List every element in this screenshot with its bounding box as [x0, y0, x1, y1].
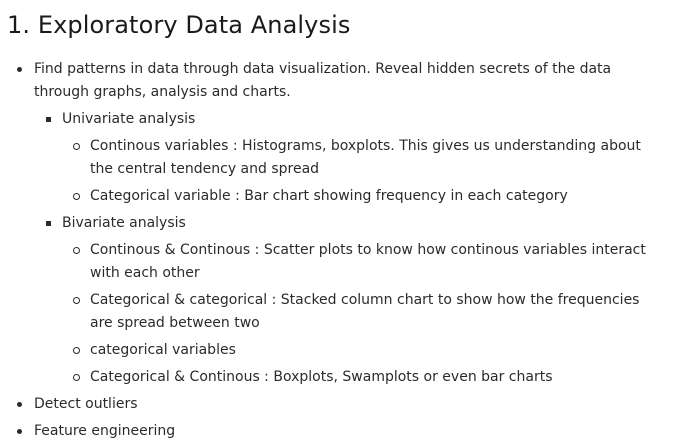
circle-bullet-icon [73, 297, 80, 304]
list-item-cat-cont: Categorical & Continous : Boxplots, Swam… [73, 366, 695, 389]
list-item-text: Categorical & categorical : Stacked colu… [90, 292, 640, 331]
circle-bullet-icon [73, 143, 80, 150]
list-item-cat-cat: Categorical & categorical : Stacked colu… [73, 289, 695, 335]
circle-bullet-icon [73, 247, 80, 254]
disc-bullet-icon [17, 402, 22, 407]
sub-sub-list: Continous variables : Histograms, boxplo… [62, 135, 695, 208]
list-item-text: Detect outliers [34, 396, 138, 412]
list-item-text: Categorical variable : Bar chart showing… [90, 188, 568, 204]
list-item-feature: Feature engineering [17, 420, 695, 443]
list-item-cont-cont: Continous & Continous : Scatter plots to… [73, 239, 695, 285]
list-item-cat-vars: categorical variables [73, 339, 695, 362]
list-item-text: Feature engineering [34, 423, 176, 439]
disc-bullet-icon [17, 429, 22, 434]
circle-bullet-icon [73, 347, 80, 354]
disc-bullet-icon [17, 67, 22, 72]
list-item-categorical: Categorical variable : Bar chart showing… [73, 185, 695, 208]
square-bullet-icon [46, 221, 51, 226]
list-item-text: categorical variables [90, 342, 236, 358]
section-heading: 1. Exploratory Data Analysis [7, 11, 351, 39]
list-item-text: Continous & Continous : Scatter plots to… [90, 242, 646, 281]
sub-sub-list: Continous & Continous : Scatter plots to… [62, 239, 695, 389]
square-bullet-icon [46, 117, 51, 122]
list-item-outliers: Detect outliers [17, 393, 695, 416]
list-item-text: Find patterns in data through data visua… [34, 61, 612, 100]
sub-list: Univariate analysis Continous variables … [34, 108, 695, 389]
circle-bullet-icon [73, 374, 80, 381]
circle-bullet-icon [73, 193, 80, 200]
document: 1. Exploratory Data Analysis Find patter… [0, 0, 695, 443]
list-item-text: Univariate analysis [62, 111, 196, 127]
list-item-continuous: Continous variables : Histograms, boxplo… [73, 135, 695, 181]
list-item-text: Bivariate analysis [62, 215, 186, 231]
list-item-bivariate: Bivariate analysis Continous & Continous… [46, 212, 695, 389]
list-item-text: Categorical & Continous : Boxplots, Swam… [90, 369, 553, 385]
main-list: Find patterns in data through data visua… [7, 58, 695, 443]
list-item-univariate: Univariate analysis Continous variables … [46, 108, 695, 208]
list-item-text: Continous variables : Histograms, boxplo… [90, 138, 641, 177]
list-item-patterns: Find patterns in data through data visua… [17, 58, 695, 389]
